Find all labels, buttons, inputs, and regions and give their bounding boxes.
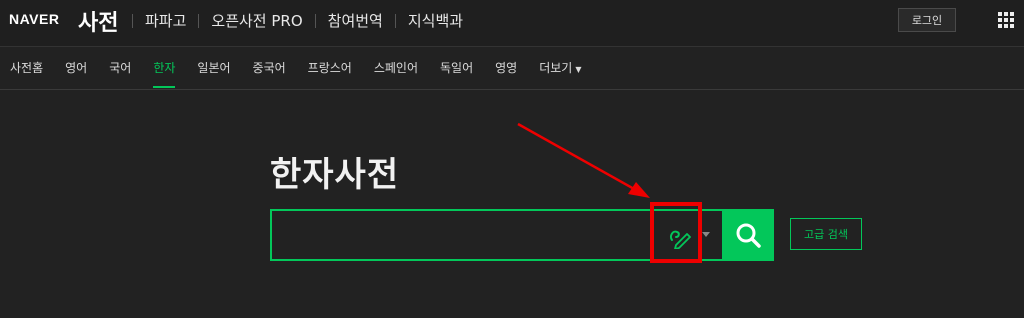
nav-item-home[interactable]: 사전홈	[10, 59, 43, 76]
search-icon	[736, 223, 761, 248]
nav-item-german[interactable]: 독일어	[440, 59, 473, 76]
link-open-dictionary-pro[interactable]: 오픈사전 PRO	[199, 10, 314, 31]
login-button[interactable]: 로그인	[898, 8, 956, 32]
nav-item-chinese[interactable]: 중국어	[253, 59, 286, 76]
naver-logo[interactable]: NAVER	[9, 11, 59, 27]
advanced-search-button[interactable]: 고급 검색	[790, 218, 862, 250]
nav-item-japanese[interactable]: 일본어	[197, 59, 230, 76]
nav-item-korean[interactable]: 국어	[109, 59, 131, 76]
service-title[interactable]: 사전	[78, 5, 118, 37]
search-button[interactable]	[722, 209, 774, 261]
top-links: 파파고 오픈사전 PRO 참여번역 지식백과	[132, 10, 475, 31]
nav-item-english[interactable]: 영어	[65, 59, 87, 76]
annotation-highlight-box	[650, 202, 702, 263]
search-input[interactable]	[282, 221, 646, 251]
nav-item-hanja[interactable]: 한자	[153, 59, 176, 88]
nav-item-spanish[interactable]: 스페인어	[374, 59, 418, 76]
link-knowledge-encyclopedia[interactable]: 지식백과	[396, 10, 475, 31]
input-tool-dropdown-icon[interactable]	[702, 232, 710, 237]
link-papago[interactable]: 파파고	[133, 10, 198, 31]
page-title: 한자사전	[270, 155, 400, 195]
caret-down-icon: ▼	[575, 65, 582, 74]
link-participatory-translation[interactable]: 참여번역	[316, 10, 395, 31]
nav-item-french[interactable]: 프랑스어	[308, 59, 352, 76]
nav-item-more[interactable]: 더보기 ▼	[539, 59, 581, 76]
top-header: NAVER 사전 파파고 오픈사전 PRO 참여번역 지식백과 로그인	[0, 0, 1024, 47]
nav-item-english-english[interactable]: 영영	[495, 59, 517, 76]
dictionary-nav: 사전홈 영어 국어 한자 일본어 중국어 프랑스어 스페인어 독일어 영영 더보…	[0, 47, 1024, 90]
more-label: 더보기	[539, 61, 573, 75]
grid-icon[interactable]	[998, 12, 1014, 28]
